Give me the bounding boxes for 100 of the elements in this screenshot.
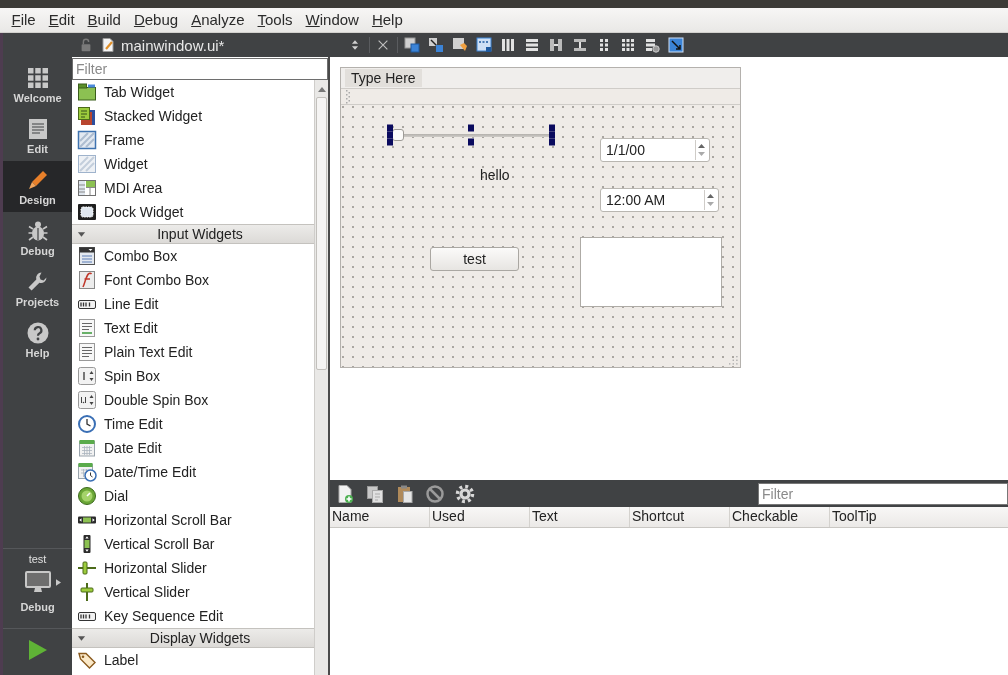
widget-list-item[interactable]: Dock Widget: [72, 200, 314, 224]
widget-list-item[interactable]: Horizontal Scroll Bar: [72, 508, 314, 532]
filter-field[interactable]: Filter: [72, 58, 328, 80]
widget-list-item[interactable]: Horizontal Slider: [72, 556, 314, 580]
dropdown-list-icon: [77, 246, 97, 266]
resize-icon[interactable]: [668, 37, 684, 53]
menu-item[interactable]: Tools: [251, 10, 300, 30]
break-layout-icon[interactable]: [644, 37, 660, 53]
date-edit-field[interactable]: 1/1/00: [600, 138, 710, 162]
selection-handle-icon[interactable]: [387, 138, 393, 146]
mode-tab[interactable]: Design: [3, 161, 72, 212]
numbered-square-icon[interactable]: [476, 37, 492, 53]
menu-item[interactable]: Debug: [127, 10, 185, 30]
spin-arrows-icon[interactable]: [695, 140, 707, 160]
mode-tab[interactable]: Debug: [3, 212, 72, 263]
widget-list-item[interactable]: Key Sequence Edit: [72, 604, 314, 628]
widget-list-item[interactable]: Date/Time Edit: [72, 460, 314, 484]
vertical-split-icon[interactable]: [572, 37, 588, 53]
menu-item[interactable]: Edit: [42, 10, 82, 30]
menu-item[interactable]: Analyze: [184, 10, 251, 30]
mode-tab[interactable]: Projects: [3, 263, 72, 314]
column-header[interactable]: Text: [530, 507, 630, 527]
widget-list-item[interactable]: Date Edit: [72, 436, 314, 460]
filter-field[interactable]: Filter: [758, 482, 1008, 505]
widget-list-item[interactable]: Vertical Slider: [72, 580, 314, 604]
prohibited-icon[interactable]: [425, 483, 445, 504]
menu-item[interactable]: File: [5, 10, 43, 30]
window-grid-icon: [77, 178, 97, 198]
copy-icon[interactable]: [365, 483, 385, 504]
widget-list-item[interactable]: Frame: [72, 128, 314, 152]
selection-handle-icon[interactable]: [468, 124, 474, 132]
widget-list-item[interactable]: Text Edit: [72, 316, 314, 340]
widget-list-item[interactable]: Double Spin Box: [72, 388, 314, 412]
category-header[interactable]: Display Widgets: [72, 628, 314, 648]
time-edit-field[interactable]: 12:00 AM: [600, 188, 719, 212]
stacked-pages-icon: [77, 106, 97, 126]
grid-icon[interactable]: [620, 37, 636, 53]
size-grip-icon: [729, 356, 738, 365]
column-header[interactable]: Used: [430, 507, 530, 527]
widget-list-item[interactable]: Combo Box: [72, 244, 314, 268]
column-header[interactable]: Checkable: [730, 507, 830, 527]
selection-handle-icon[interactable]: [549, 138, 555, 146]
clipboard-icon[interactable]: [395, 483, 415, 504]
widget-list-item[interactable]: Font Combo Box: [72, 268, 314, 292]
expand-arrow-icon[interactable]: [77, 229, 86, 239]
spin-arrows-icon[interactable]: [704, 190, 716, 210]
document-combo[interactable]: mainwindow.ui*: [100, 34, 362, 56]
widget-list-item[interactable]: Spin Box: [72, 364, 314, 388]
caret-icon: [55, 578, 61, 586]
column-header[interactable]: Shortcut: [630, 507, 730, 527]
settings-icon[interactable]: [455, 483, 475, 504]
selection-handle-icon[interactable]: [549, 131, 555, 139]
menu-item[interactable]: Window: [299, 10, 366, 30]
selection-handle-icon[interactable]: [468, 138, 474, 146]
horizontal-split-icon[interactable]: [548, 37, 564, 53]
arrow-to-square-icon[interactable]: [428, 37, 444, 53]
rows-icon[interactable]: [524, 37, 540, 53]
text-edit-field[interactable]: [580, 237, 722, 307]
widget-list-item[interactable]: Widget: [72, 152, 314, 176]
font-icon: [77, 270, 97, 290]
widget-list-item[interactable]: Dial: [72, 484, 314, 508]
dock-window-icon: [77, 202, 97, 222]
widget-list-item[interactable]: Stacked Widget: [72, 104, 314, 128]
mode-tab[interactable]: Welcome: [3, 59, 72, 110]
column-header[interactable]: ToolTip: [830, 507, 1008, 527]
scroll-thumb[interactable]: [316, 97, 327, 370]
tag-square-icon[interactable]: [452, 37, 468, 53]
mode-tab[interactable]: Help: [3, 314, 72, 365]
widget-list-item[interactable]: Plain Text Edit: [72, 340, 314, 364]
tag-icon: [77, 650, 97, 670]
category-header[interactable]: Input Widgets: [72, 224, 314, 244]
widget-list-item[interactable]: Tab Widget: [72, 80, 314, 104]
widget-list-item[interactable]: Label: [72, 648, 314, 672]
grid-icon: [25, 66, 50, 90]
monitor-icon: [23, 570, 52, 594]
widget-list-item[interactable]: Vertical Scroll Bar: [72, 532, 314, 556]
new-document-icon[interactable]: [335, 483, 355, 504]
widget-list-item[interactable]: MDI Area: [72, 176, 314, 200]
push-button[interactable]: test: [430, 247, 519, 271]
text-edit-icon: [77, 318, 97, 338]
menu-item[interactable]: Help: [365, 10, 410, 30]
mode-tab[interactable]: Edit: [3, 110, 72, 161]
widget-list-item[interactable]: Time Edit: [72, 412, 314, 436]
horizontal-slider-icon: [77, 558, 97, 578]
expand-arrow-icon[interactable]: [77, 633, 86, 643]
close-icon[interactable]: [376, 38, 390, 52]
column-header[interactable]: Name: [330, 507, 430, 527]
text-label: hello: [480, 167, 510, 183]
selection-handle-icon[interactable]: [549, 124, 555, 132]
scroll-up-arrow-icon[interactable]: [317, 85, 326, 92]
menu-prompt[interactable]: Type Here: [345, 69, 422, 87]
widget-list-item[interactable]: Line Edit: [72, 292, 314, 316]
scroll-bar[interactable]: [314, 80, 328, 675]
selection-handle-icon[interactable]: [387, 131, 393, 139]
menu-item[interactable]: Build: [81, 10, 128, 30]
columns-icon[interactable]: [500, 37, 516, 53]
play-icon[interactable]: [27, 639, 48, 661]
selection-handle-icon[interactable]: [387, 124, 393, 132]
help-icon: [25, 321, 50, 345]
overlapping-squares-icon[interactable]: [404, 37, 420, 53]
